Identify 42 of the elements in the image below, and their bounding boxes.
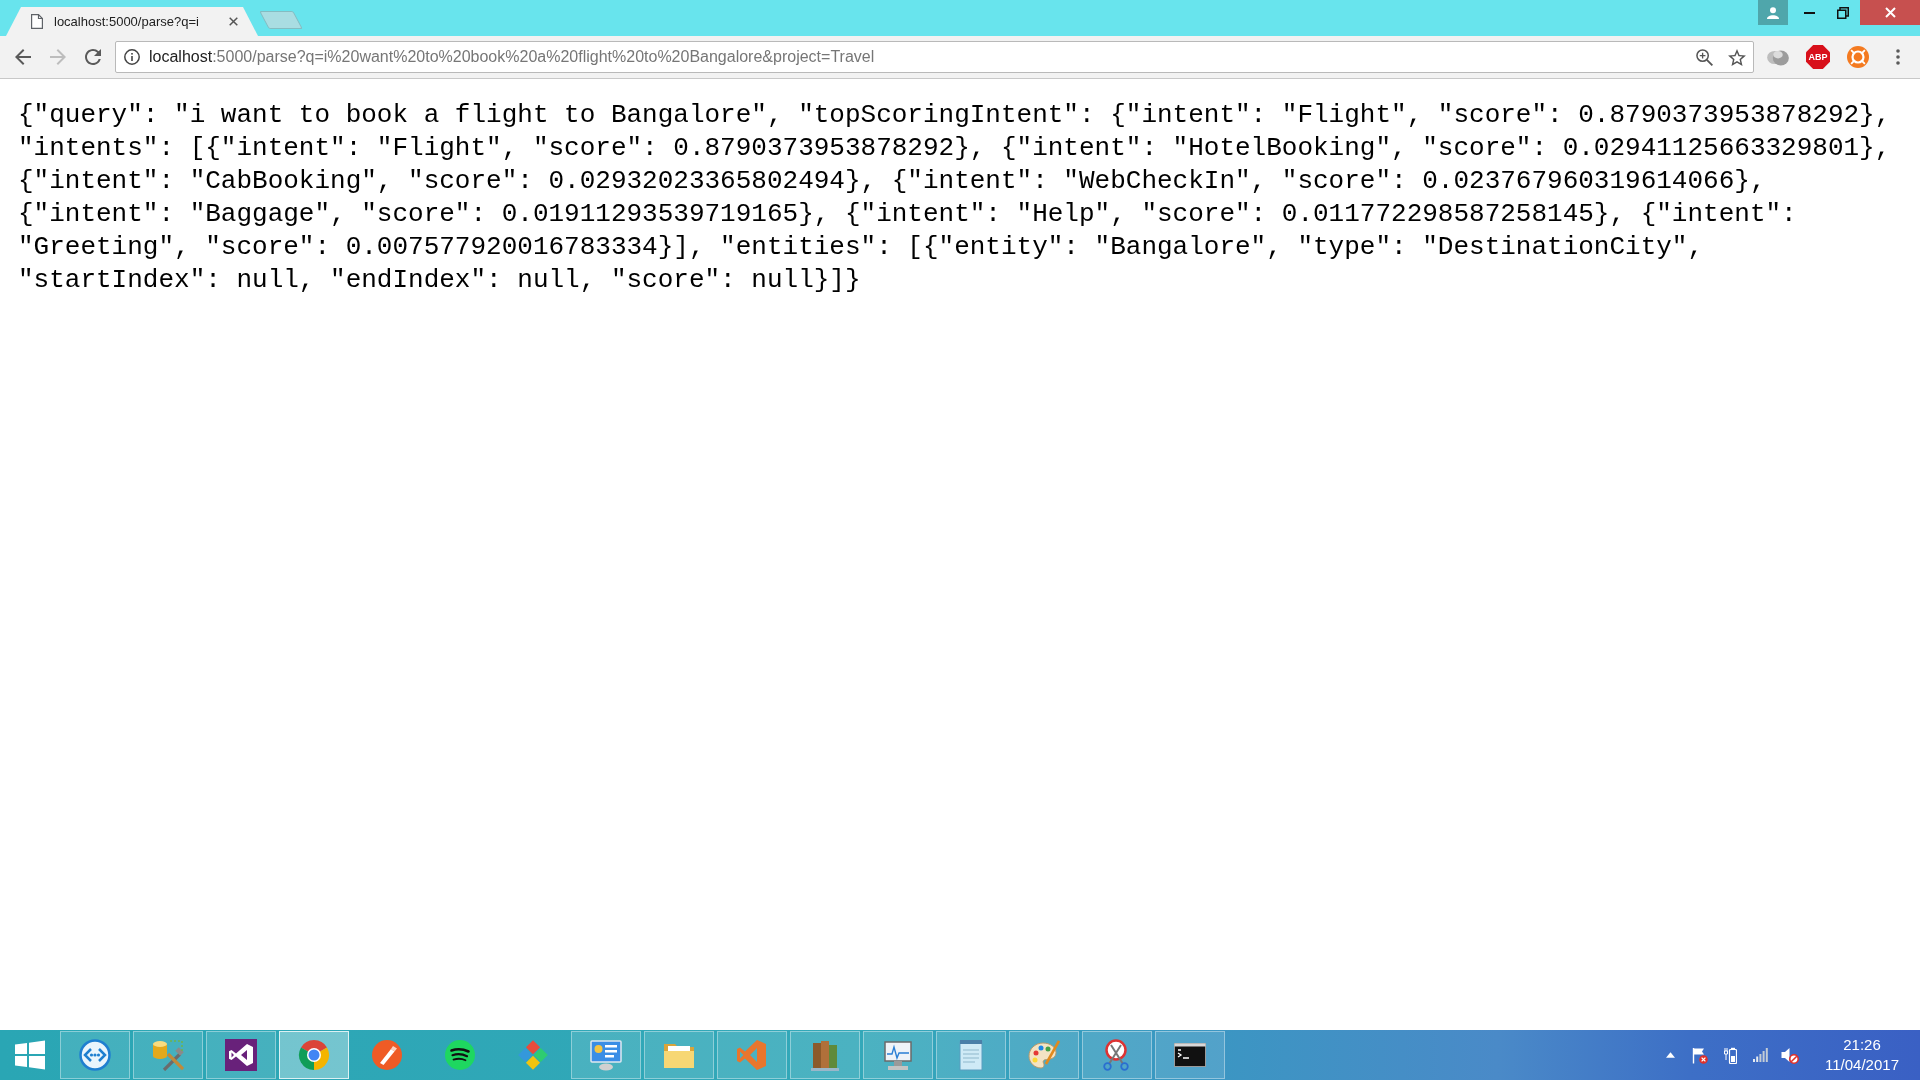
up-caret-icon[interactable]	[1665, 1052, 1675, 1058]
ribbon-loop-icon[interactable]	[225, 1039, 257, 1071]
zoom-in-icon[interactable]	[1696, 48, 1713, 66]
profile-button[interactable]	[1758, 0, 1788, 25]
clock-time: 21:26	[1843, 1035, 1881, 1055]
menu-icon[interactable]	[1896, 49, 1900, 65]
person-icon	[1767, 6, 1779, 19]
signal-bars-icon[interactable]	[1752, 1048, 1768, 1062]
segmented-circle-icon[interactable]	[298, 1039, 330, 1071]
restore-icon[interactable]	[1837, 6, 1849, 19]
monitor-panel-icon[interactable]	[590, 1039, 622, 1071]
page-icon	[31, 14, 43, 29]
browser-tab[interactable]: localhost:5000/parse?q=i	[6, 7, 258, 36]
minimize-icon[interactable]	[1803, 11, 1815, 14]
circle-arrows-icon[interactable]	[79, 1039, 111, 1071]
address-field[interactable]: localhost:5000/parse?q=i%20want%20to%20book%20a%20flight%20to%20Bangalore&project=Travel	[115, 41, 1754, 73]
monitor-graph-icon[interactable]	[882, 1039, 914, 1071]
four-panes-icon[interactable]	[14, 1040, 46, 1070]
back-arrow-icon[interactable]	[15, 49, 31, 65]
close-icon[interactable]	[229, 17, 238, 26]
reload-icon[interactable]	[85, 49, 101, 65]
json-response-text: {"query": "i want to book a flight to Bangalore", "topScoringIntent": {"intent": "Flight", "score": 0.8790373953878292}, "intents": [{"intent": "Flight", "score": 0.8790373953878292}, {"intent": "HotelBooking", "score": 0.02941125663329801}, {"intent": "CabBooking", "score": 0.02932023365802494}, {"intent": "WebCheckIn", "score": 0.023767960319614066}, {"intent": "Baggage", "score": 0.01911293539719165}, {"intent": "Help", "score": 0.011772298587258145}, {"intent": "Greeting", "score": 0.007577920016783334}], "entities": [{"entity": "Bangalore", "type": "DestinationCity", "startIndex": null, "endIndex": null, "score": null}]}	[18, 99, 1892, 297]
cloud-icon[interactable]	[1767, 48, 1789, 66]
battery-plug-icon[interactable]	[1723, 1046, 1737, 1064]
clock-date: 11/04/2017	[1825, 1055, 1899, 1075]
close-icon	[1884, 7, 1896, 18]
waves-circle-icon[interactable]	[444, 1039, 476, 1071]
extension-button[interactable]: ABP	[1806, 45, 1830, 69]
star-icon[interactable]	[1728, 48, 1746, 66]
url-text: localhost:5000/parse?q=i%20want%20to%20book%20a%20flight%20to%20Bangalore&project=Travel	[149, 48, 875, 66]
books-icon[interactable]	[809, 1039, 841, 1071]
flag-icon[interactable]	[1692, 1046, 1708, 1064]
close-button[interactable]	[1860, 0, 1920, 25]
database-tools-icon[interactable]	[152, 1039, 184, 1071]
diamond-tiles-icon[interactable]	[517, 1039, 549, 1071]
speaker-icon[interactable]	[1781, 1046, 1799, 1064]
info-icon[interactable]	[124, 49, 140, 65]
lifebuoy-icon[interactable]	[1847, 46, 1869, 68]
taskbar-button[interactable]	[206, 1031, 276, 1079]
palette-icon[interactable]	[1028, 1039, 1060, 1071]
pen-circle-icon[interactable]	[371, 1039, 403, 1071]
taskbar-button[interactable]	[1155, 1031, 1225, 1079]
